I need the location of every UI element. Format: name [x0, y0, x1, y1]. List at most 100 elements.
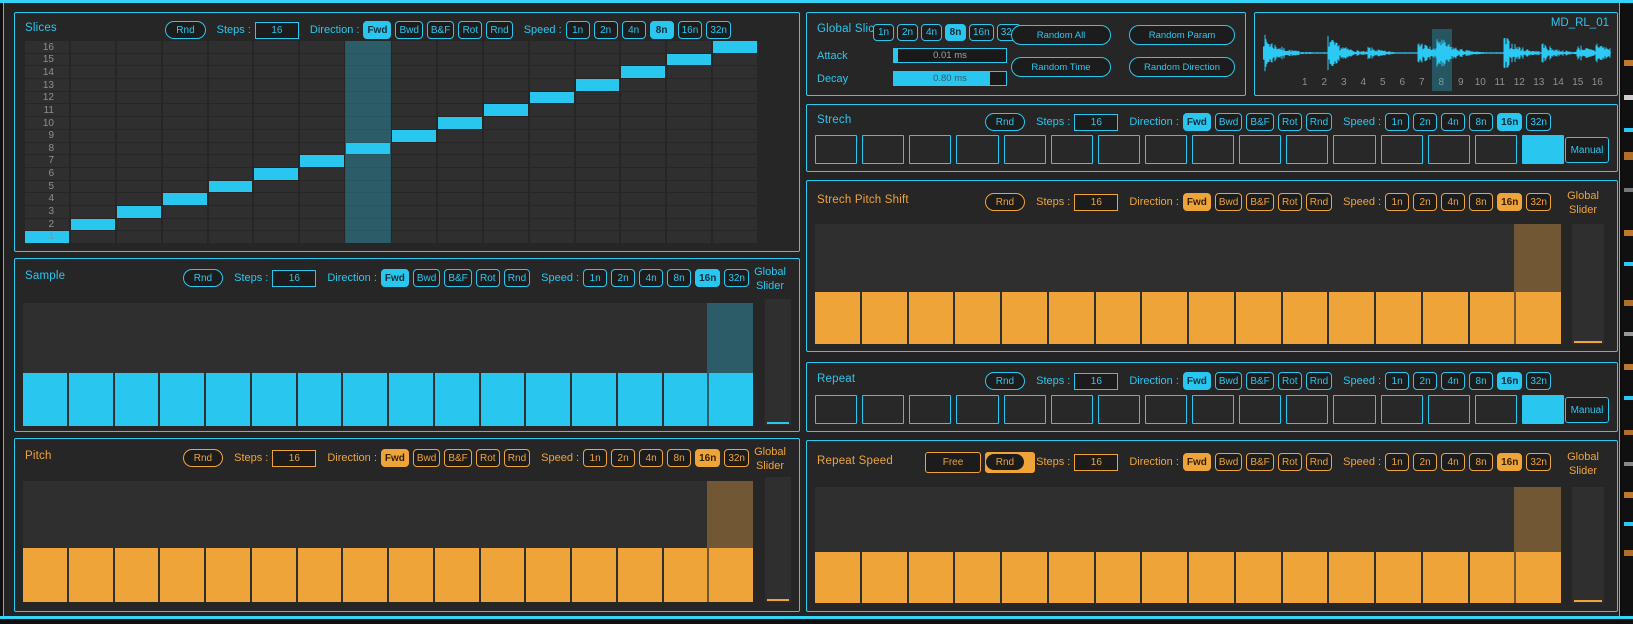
step-bar[interactable]	[69, 548, 113, 602]
grid-cell[interactable]	[392, 41, 436, 53]
randomize-button[interactable]: Rnd	[985, 453, 1025, 471]
grid-cell[interactable]	[163, 130, 207, 142]
grid-cell[interactable]	[71, 117, 115, 129]
grid-cell[interactable]	[117, 92, 161, 104]
speed-16n-button[interactable]: 16n	[695, 449, 720, 467]
step-slot[interactable]	[1381, 395, 1423, 424]
grid-cell[interactable]	[667, 79, 711, 91]
step-slot[interactable]	[815, 135, 857, 164]
grid-cell[interactable]	[667, 181, 711, 193]
grid-cell[interactable]	[209, 130, 253, 142]
grid-cell[interactable]	[438, 193, 482, 205]
grid-cell[interactable]	[667, 54, 711, 66]
direction-rot-button[interactable]: Rot	[1278, 193, 1302, 211]
pitch-multislider[interactable]	[23, 481, 753, 602]
grid-cell[interactable]	[667, 92, 711, 104]
grid-cell[interactable]	[163, 79, 207, 91]
grid-cell[interactable]	[163, 181, 207, 193]
grid-cell[interactable]	[713, 104, 757, 116]
speed-4n-button[interactable]: 4n	[639, 449, 663, 467]
manual-button[interactable]: Manual	[1565, 397, 1609, 423]
step-bar[interactable]	[343, 373, 387, 426]
grid-cell[interactable]	[163, 231, 207, 243]
grid-cell[interactable]	[163, 54, 207, 66]
grid-cell[interactable]	[254, 143, 298, 155]
grid-cell[interactable]	[209, 104, 253, 116]
grid-cell[interactable]	[117, 168, 161, 180]
grid-cell[interactable]	[576, 155, 620, 167]
step-bar[interactable]	[1470, 292, 1515, 344]
step-slot[interactable]	[1098, 395, 1140, 424]
speed-32n-button[interactable]: 32n	[1526, 372, 1551, 390]
grid-cell[interactable]	[209, 206, 253, 218]
direction-rnd-button[interactable]: Rnd	[1306, 453, 1332, 471]
grid-cell[interactable]	[163, 104, 207, 116]
grid-cell[interactable]	[300, 41, 344, 53]
grid-cell[interactable]	[392, 231, 436, 243]
randomize-button[interactable]: Rnd	[985, 113, 1025, 131]
grid-cell[interactable]	[530, 193, 574, 205]
grid-cell[interactable]	[254, 181, 298, 193]
grid-cell[interactable]	[621, 143, 665, 155]
direction-bandf-button[interactable]: B&F	[1246, 113, 1273, 131]
step-bar[interactable]	[1142, 552, 1187, 603]
step-slot[interactable]	[1428, 135, 1470, 164]
grid-cell[interactable]	[667, 41, 711, 53]
step-bar[interactable]	[252, 548, 296, 602]
speed-4n-button[interactable]: 4n	[639, 269, 663, 287]
grid-cell[interactable]	[254, 168, 298, 180]
grid-cell[interactable]	[163, 66, 207, 78]
grid-cell[interactable]	[25, 79, 69, 91]
grid-cell[interactable]	[392, 54, 436, 66]
grid-cell[interactable]	[117, 143, 161, 155]
direction-bandf-button[interactable]: B&F	[427, 21, 454, 39]
step-bar[interactable]	[1049, 292, 1094, 344]
step-slot[interactable]	[1475, 395, 1517, 424]
grid-cell[interactable]	[300, 117, 344, 129]
direction-bwd-button[interactable]: Bwd	[1215, 372, 1242, 390]
direction-bwd-button[interactable]: Bwd	[395, 21, 422, 39]
grid-cell[interactable]	[117, 117, 161, 129]
grid-cell[interactable]	[71, 231, 115, 243]
grid-cell[interactable]	[484, 231, 528, 243]
grid-cell[interactable]	[25, 92, 69, 104]
grid-cell[interactable]	[209, 79, 253, 91]
step-bar[interactable]	[955, 292, 1000, 344]
global-slider[interactable]	[765, 477, 791, 602]
grid-cell[interactable]	[713, 54, 757, 66]
grid-cell[interactable]	[209, 155, 253, 167]
grid-cell[interactable]	[71, 130, 115, 142]
grid-cell[interactable]	[392, 155, 436, 167]
grid-cell[interactable]	[71, 66, 115, 78]
grid-cell[interactable]	[484, 181, 528, 193]
grid-cell[interactable]	[576, 181, 620, 193]
step-slot[interactable]	[1286, 135, 1328, 164]
global-slice-1n-button[interactable]: 1n	[873, 24, 894, 41]
grid-cell[interactable]	[713, 117, 757, 129]
step-slot[interactable]	[1192, 395, 1234, 424]
grid-cell[interactable]	[254, 79, 298, 91]
step-slot[interactable]	[1098, 135, 1140, 164]
grid-cell[interactable]	[209, 117, 253, 129]
grid-cell[interactable]	[163, 117, 207, 129]
grid-cell[interactable]	[392, 79, 436, 91]
grid-cell[interactable]	[25, 41, 69, 53]
grid-cell[interactable]	[254, 66, 298, 78]
global-slice-2n-button[interactable]: 2n	[897, 24, 918, 41]
step-bar[interactable]	[435, 548, 479, 602]
speed-2n-button[interactable]: 2n	[594, 21, 618, 39]
grid-cell[interactable]	[530, 206, 574, 218]
direction-rot-button[interactable]: Rot	[458, 21, 482, 39]
grid-cell[interactable]	[300, 143, 344, 155]
step-bar[interactable]	[1002, 292, 1047, 344]
grid-cell[interactable]	[438, 117, 482, 129]
grid-cell[interactable]	[576, 54, 620, 66]
grid-cell[interactable]	[117, 66, 161, 78]
step-bar[interactable]	[909, 292, 954, 344]
global-slice-16n-button[interactable]: 16n	[969, 24, 994, 41]
steps-value[interactable]: 16	[272, 450, 316, 467]
global-slider[interactable]	[1572, 487, 1604, 603]
grid-cell[interactable]	[117, 219, 161, 231]
speed-32n-button[interactable]: 32n	[1526, 453, 1551, 471]
step-slot[interactable]	[815, 395, 857, 424]
